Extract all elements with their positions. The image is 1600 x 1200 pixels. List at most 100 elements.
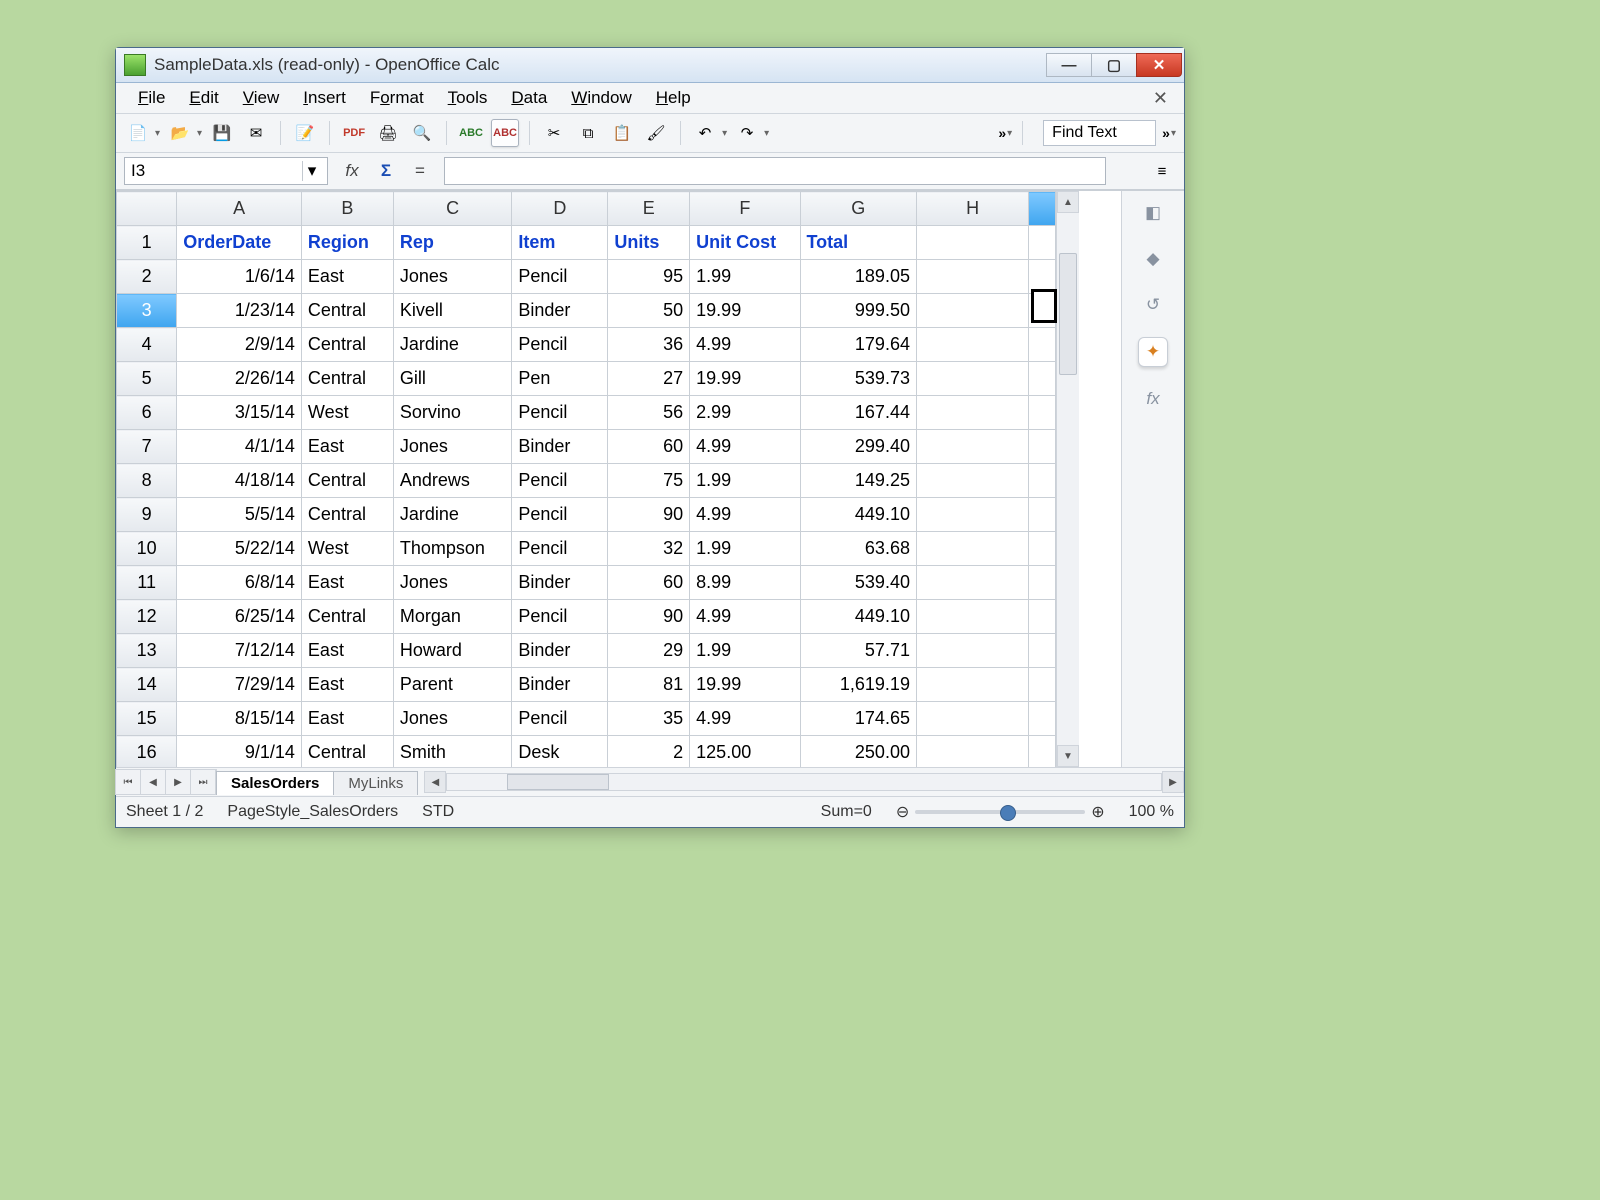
dropdown-icon[interactable]: ▾ — [155, 128, 160, 139]
cell[interactable]: Pencil — [512, 702, 608, 736]
paste-icon[interactable]: 📋 — [608, 119, 636, 147]
dropdown-icon[interactable]: ▾ — [1171, 128, 1176, 139]
formula-input[interactable] — [444, 157, 1106, 185]
cell[interactable]: 189.05 — [800, 260, 916, 294]
align-icon[interactable]: ≡ — [1148, 157, 1176, 185]
select-all-corner[interactable] — [117, 192, 177, 226]
cell[interactable]: Central — [301, 464, 393, 498]
cell[interactable]: 449.10 — [800, 600, 916, 634]
cell[interactable]: Central — [301, 294, 393, 328]
name-box[interactable]: I3 ▾ — [124, 157, 328, 185]
titlebar[interactable]: SampleData.xls (read-only) - OpenOffice … — [116, 48, 1184, 83]
autospell-icon[interactable]: ABC — [491, 119, 519, 147]
cell[interactable]: 1/23/14 — [177, 294, 302, 328]
cell[interactable] — [916, 328, 1028, 362]
cell[interactable]: 4.99 — [690, 600, 800, 634]
cell[interactable]: 4.99 — [690, 498, 800, 532]
maximize-button[interactable]: ▢ — [1091, 53, 1137, 77]
col-header-G[interactable]: G — [800, 192, 916, 226]
cell[interactable]: Andrews — [393, 464, 512, 498]
cell[interactable] — [1029, 566, 1056, 600]
functions-icon[interactable]: fx — [1139, 385, 1167, 413]
cell[interactable]: 75 — [608, 464, 690, 498]
zoom-slider[interactable] — [915, 810, 1085, 814]
cell[interactable]: 5/22/14 — [177, 532, 302, 566]
toolbar-overflow-icon[interactable]: » — [998, 125, 1004, 141]
row-header-14[interactable]: 14 — [117, 668, 177, 702]
cell[interactable] — [1029, 328, 1056, 362]
cell[interactable]: Pencil — [512, 328, 608, 362]
menu-help[interactable]: Help — [644, 84, 703, 112]
scroll-left-icon[interactable]: ◀ — [424, 771, 446, 793]
cell[interactable]: Pencil — [512, 260, 608, 294]
gallery-icon[interactable]: ◆ — [1139, 245, 1167, 273]
cell[interactable]: Pen — [512, 362, 608, 396]
cell[interactable]: 539.40 — [800, 566, 916, 600]
cell[interactable]: East — [301, 260, 393, 294]
minimize-button[interactable]: — — [1046, 53, 1092, 77]
cell[interactable]: Rep — [393, 226, 512, 260]
toolbar-overflow-icon[interactable]: » — [1162, 125, 1168, 141]
cell[interactable]: Jones — [393, 702, 512, 736]
cell[interactable] — [916, 294, 1028, 328]
cell[interactable]: Jones — [393, 260, 512, 294]
cell[interactable] — [1029, 498, 1056, 532]
cell[interactable]: Central — [301, 498, 393, 532]
col-header-end[interactable] — [1029, 192, 1056, 226]
cell[interactable]: Pencil — [512, 532, 608, 566]
zoom-out-icon[interactable]: ⊖ — [896, 802, 909, 822]
cell[interactable]: Thompson — [393, 532, 512, 566]
menu-data[interactable]: Data — [499, 84, 559, 112]
cell[interactable] — [916, 226, 1028, 260]
edit-file-icon[interactable]: 📝 — [291, 119, 319, 147]
row-header-8[interactable]: 8 — [117, 464, 177, 498]
cell[interactable] — [916, 600, 1028, 634]
cell[interactable]: 36 — [608, 328, 690, 362]
cell[interactable] — [1029, 736, 1056, 768]
cell[interactable] — [916, 396, 1028, 430]
cell[interactable]: 1.99 — [690, 532, 800, 566]
cell[interactable]: 4/18/14 — [177, 464, 302, 498]
cell[interactable] — [1029, 464, 1056, 498]
cell[interactable]: 2.99 — [690, 396, 800, 430]
cell[interactable]: Pencil — [512, 396, 608, 430]
cell[interactable]: 90 — [608, 498, 690, 532]
cell[interactable]: Pencil — [512, 600, 608, 634]
cell[interactable]: 50 — [608, 294, 690, 328]
cell[interactable]: Central — [301, 736, 393, 768]
preview-icon[interactable]: 🔍 — [408, 119, 436, 147]
cell[interactable]: Gill — [393, 362, 512, 396]
cell[interactable]: Binder — [512, 294, 608, 328]
format-paintbrush-icon[interactable]: 🖌 — [642, 119, 670, 147]
col-header-C[interactable]: C — [393, 192, 512, 226]
cell[interactable]: 27 — [608, 362, 690, 396]
cell[interactable]: 1,619.19 — [800, 668, 916, 702]
cell[interactable]: 90 — [608, 600, 690, 634]
menu-file[interactable]: File — [126, 84, 177, 112]
cell[interactable]: 1.99 — [690, 464, 800, 498]
row-header-6[interactable]: 6 — [117, 396, 177, 430]
cell[interactable] — [916, 498, 1028, 532]
cell[interactable]: Binder — [512, 430, 608, 464]
cell[interactable]: 4.99 — [690, 702, 800, 736]
dropdown-icon[interactable]: ▾ — [764, 128, 769, 139]
equals-icon[interactable]: = — [408, 161, 432, 181]
cell[interactable]: Jardine — [393, 328, 512, 362]
cell[interactable]: 56 — [608, 396, 690, 430]
tab-first-icon[interactable]: ⏮ — [115, 769, 141, 795]
scroll-thumb[interactable] — [507, 774, 609, 790]
cell[interactable] — [1029, 702, 1056, 736]
cell[interactable]: 125.00 — [690, 736, 800, 768]
col-header-D[interactable]: D — [512, 192, 608, 226]
cell[interactable]: Jardine — [393, 498, 512, 532]
cell[interactable]: East — [301, 566, 393, 600]
cell[interactable]: 179.64 — [800, 328, 916, 362]
cell[interactable]: 19.99 — [690, 294, 800, 328]
dropdown-icon[interactable]: ▾ — [1007, 128, 1012, 139]
cell[interactable]: 35 — [608, 702, 690, 736]
cell[interactable]: 7/12/14 — [177, 634, 302, 668]
styles-icon[interactable]: ↺ — [1139, 291, 1167, 319]
cell[interactable]: Pencil — [512, 464, 608, 498]
status-mode[interactable]: STD — [422, 803, 454, 821]
cell[interactable]: 63.68 — [800, 532, 916, 566]
